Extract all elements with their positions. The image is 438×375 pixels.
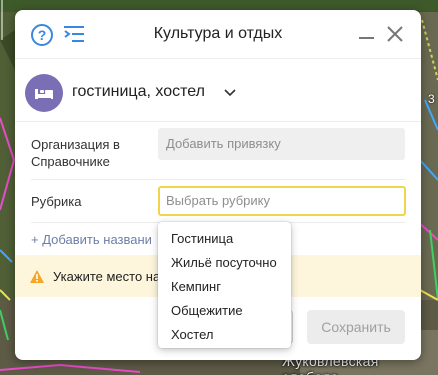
list-expand-icon[interactable]: [64, 25, 84, 43]
organization-link-input[interactable]: Добавить привязку: [158, 128, 405, 160]
map-edge-label: 3: [428, 92, 435, 106]
rubric-input[interactable]: Выбрать рубрику: [158, 186, 406, 216]
save-button[interactable]: Сохранить: [307, 310, 405, 344]
rubric-dropdown: Гостиница Жильё посуточно Кемпинг Общежи…: [158, 222, 291, 348]
header-divider: [15, 58, 421, 59]
rubric-option-daily-rent[interactable]: Жильё посуточно: [158, 251, 291, 275]
organization-label: Организация в Справочнике: [31, 137, 120, 169]
rubric-option-dormitory[interactable]: Общежитие: [158, 299, 291, 323]
close-icon[interactable]: [385, 24, 405, 44]
panel-header: ? Культура и отдых: [15, 10, 421, 58]
rubric-option-camping[interactable]: Кемпинг: [158, 275, 291, 299]
type-divider: [15, 121, 421, 122]
rubric-option-hotel[interactable]: Гостиница: [158, 227, 291, 251]
warning-icon: [30, 270, 44, 283]
object-type-avatar: [25, 74, 63, 112]
add-name-link[interactable]: + Добавить названи: [31, 232, 152, 247]
object-type-label: гостиница, хостел: [72, 83, 205, 100]
help-icon[interactable]: ?: [31, 24, 53, 46]
chevron-down-icon: [224, 89, 236, 97]
bed-icon: [35, 89, 53, 99]
organization-divider: [31, 179, 405, 180]
notice-text: Укажите место на: [53, 269, 161, 284]
rubric-label: Рубрика: [31, 194, 82, 209]
object-type-selector[interactable]: гостиница, хостел: [25, 74, 405, 114]
minimize-icon[interactable]: [357, 24, 377, 44]
rubric-option-hostel[interactable]: Хостел: [158, 323, 291, 347]
